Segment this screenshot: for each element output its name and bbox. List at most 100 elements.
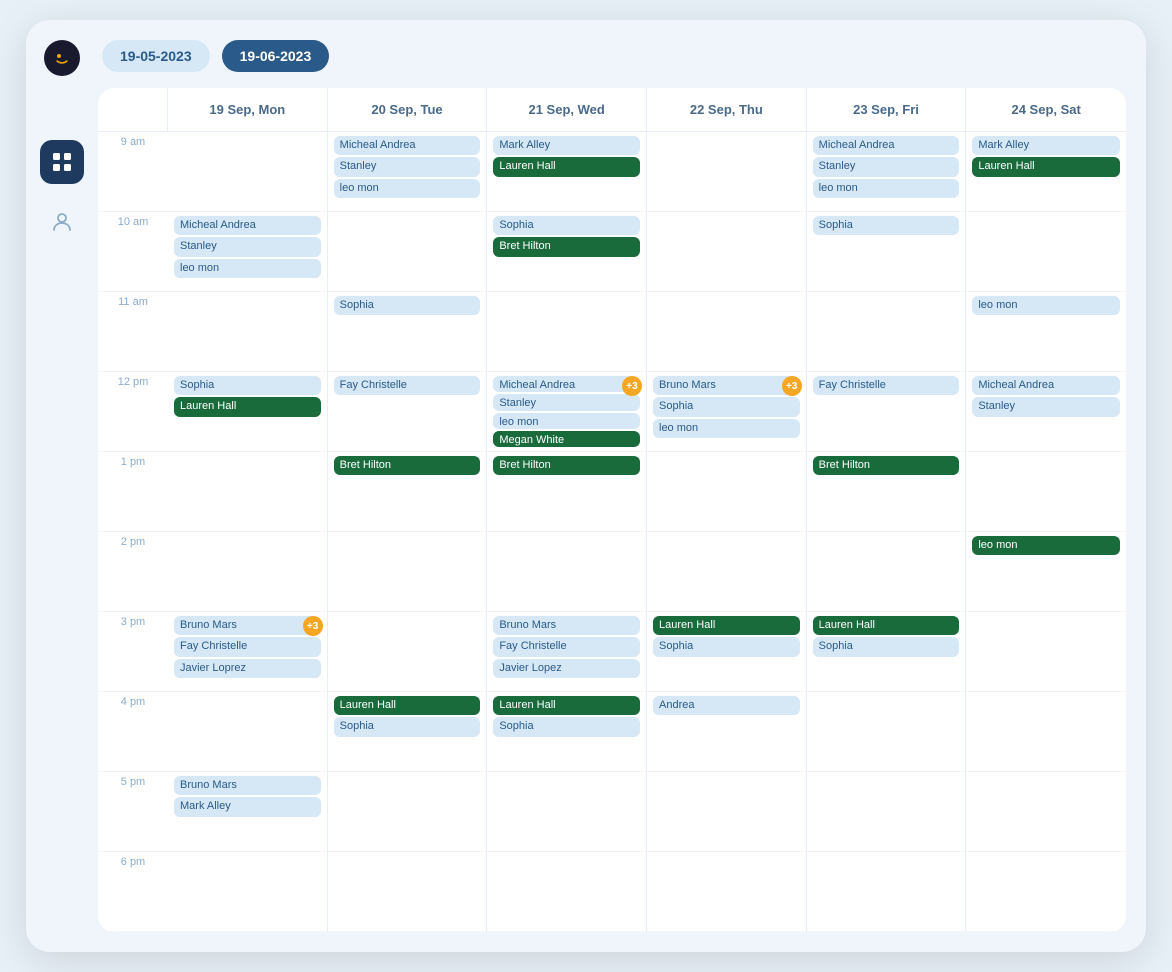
event-chip[interactable]: Andrea	[653, 696, 800, 715]
mon-6	[168, 852, 327, 932]
event-chip[interactable]: Stanley	[174, 237, 321, 256]
time-10am: 10 am	[98, 212, 168, 292]
day-header-wed: 21 Sep, Wed	[487, 88, 647, 131]
event-chip[interactable]: Lauren Hall	[972, 157, 1120, 176]
event-chip[interactable]: Micheal Andrea	[972, 376, 1120, 395]
tue-9: Micheal Andrea Stanley leo mon	[328, 132, 487, 212]
tue-10	[328, 212, 487, 292]
event-chip[interactable]: leo mon	[493, 413, 640, 429]
event-chip[interactable]: Lauren Hall	[174, 397, 321, 416]
time-11am: 11 am	[98, 292, 168, 372]
event-chip[interactable]: Sophia	[174, 376, 321, 395]
day-header-mon: 19 Sep, Mon	[168, 88, 328, 131]
event-chip[interactable]: Lauren Hall	[493, 157, 640, 176]
sat-12: Micheal Andrea Stanley	[966, 372, 1126, 452]
event-chip[interactable]: leo mon	[972, 536, 1120, 555]
date-badge-1[interactable]: 19-05-2023	[102, 40, 210, 72]
event-chip[interactable]: Bret Hilton	[334, 456, 481, 475]
event-chip[interactable]: Megan White	[493, 431, 640, 447]
wed-12: Micheal Andrea Stanley leo mon Megan Whi…	[487, 372, 646, 452]
day-label-wed: 21 Sep, Wed	[495, 102, 638, 117]
day-col-mon: Micheal Andrea Stanley leo mon Sophia La…	[168, 132, 328, 932]
day-col-fri: Micheal Andrea Stanley leo mon Sophia Fa…	[807, 132, 967, 932]
event-chip[interactable]: Lauren Hall	[493, 696, 640, 715]
event-chip[interactable]: Bruno Mars	[174, 776, 321, 795]
day-col-thu: Bruno Mars Sophia leo mon +3 Lauren Hall…	[647, 132, 807, 932]
sidebar-item-person[interactable]	[40, 200, 84, 244]
event-chip[interactable]: Lauren Hall	[653, 616, 800, 635]
time-1pm: 1 pm	[98, 452, 168, 532]
event-chip[interactable]: Sophia	[493, 216, 640, 235]
event-chip[interactable]: Javier Loprez	[174, 659, 321, 678]
overflow-badge[interactable]: +3	[782, 376, 802, 396]
fri-4	[807, 692, 966, 772]
day-header-fri: 23 Sep, Fri	[807, 88, 967, 131]
event-chip[interactable]: Stanley	[813, 157, 960, 176]
event-chip[interactable]: Fay Christelle	[813, 376, 960, 395]
header: 19-05-2023 19-06-2023	[98, 40, 1126, 72]
time-6pm: 6 pm	[98, 852, 168, 932]
date-badge-2[interactable]: 19-06-2023	[222, 40, 330, 72]
event-chip[interactable]: Fay Christelle	[493, 637, 640, 656]
event-chip[interactable]: Stanley	[334, 157, 481, 176]
event-chip[interactable]: Bret Hilton	[493, 237, 640, 256]
event-chip[interactable]: Sophia	[653, 637, 800, 656]
event-chip[interactable]: Mark Alley	[972, 136, 1120, 155]
thu-1	[647, 452, 806, 532]
event-chip[interactable]: leo mon	[334, 179, 481, 198]
sat-3	[966, 612, 1126, 692]
thu-2	[647, 532, 806, 612]
event-chip[interactable]: Fay Christelle	[334, 376, 481, 395]
event-chip[interactable]: Javier Lopez	[493, 659, 640, 678]
event-chip[interactable]: Fay Christelle	[174, 637, 321, 656]
wed-6	[487, 852, 646, 932]
event-chip[interactable]: Sophia	[653, 397, 800, 416]
day-col-wed: Mark Alley Lauren Hall Sophia Bret Hilto…	[487, 132, 647, 932]
event-chip[interactable]: Bret Hilton	[493, 456, 640, 475]
fri-12: Fay Christelle	[807, 372, 966, 452]
event-chip[interactable]: Lauren Hall	[334, 696, 481, 715]
event-chip[interactable]: Sophia	[813, 216, 960, 235]
app-container: 19-05-2023 19-06-2023 19 Sep, Mon 20 Sep…	[26, 20, 1146, 952]
day-label-thu: 22 Sep, Thu	[655, 102, 798, 117]
fri-9: Micheal Andrea Stanley leo mon	[807, 132, 966, 212]
event-chip[interactable]: leo mon	[174, 259, 321, 278]
event-chip[interactable]: Stanley	[493, 394, 640, 410]
thu-9	[647, 132, 806, 212]
event-chip[interactable]: Sophia	[493, 717, 640, 736]
day-col-sat: Mark Alley Lauren Hall leo mon Micheal A…	[966, 132, 1126, 932]
event-chip[interactable]: leo mon	[813, 179, 960, 198]
event-chip[interactable]: leo mon	[972, 296, 1120, 315]
event-chip[interactable]: Sophia	[334, 717, 481, 736]
mon-5: Bruno Mars Mark Alley	[168, 772, 327, 852]
event-chip[interactable]: Bruno Mars	[493, 616, 640, 635]
wed-11	[487, 292, 646, 372]
day-col-tue: Micheal Andrea Stanley leo mon Sophia Fa…	[328, 132, 488, 932]
event-chip[interactable]: Bruno Mars	[653, 376, 800, 395]
event-chip[interactable]: Mark Alley	[493, 136, 640, 155]
sat-4	[966, 692, 1126, 772]
event-chip[interactable]: Micheal Andrea	[493, 376, 640, 392]
event-chip[interactable]: Lauren Hall	[813, 616, 960, 635]
tue-2	[328, 532, 487, 612]
event-chip[interactable]: leo mon	[653, 419, 800, 438]
wed-1: Bret Hilton	[487, 452, 646, 532]
event-chip[interactable]: Bret Hilton	[813, 456, 960, 475]
fri-6	[807, 852, 966, 932]
event-chip[interactable]: Micheal Andrea	[813, 136, 960, 155]
event-chip[interactable]: Stanley	[972, 397, 1120, 416]
tue-6	[328, 852, 487, 932]
event-chip[interactable]: Micheal Andrea	[334, 136, 481, 155]
mon-11	[168, 292, 327, 372]
event-chip[interactable]: Bruno Mars	[174, 616, 321, 635]
overflow-badge[interactable]: +3	[303, 616, 323, 636]
event-chip[interactable]: Micheal Andrea	[174, 216, 321, 235]
mon-1	[168, 452, 327, 532]
sidebar-item-grid[interactable]	[40, 140, 84, 184]
event-chip[interactable]: Sophia	[334, 296, 481, 315]
event-chip[interactable]: Sophia	[813, 637, 960, 656]
overflow-badge[interactable]: +3	[622, 376, 642, 396]
day-label-sat: 24 Sep, Sat	[974, 102, 1118, 117]
event-chip[interactable]: Mark Alley	[174, 797, 321, 816]
sidebar-nav	[40, 140, 84, 244]
